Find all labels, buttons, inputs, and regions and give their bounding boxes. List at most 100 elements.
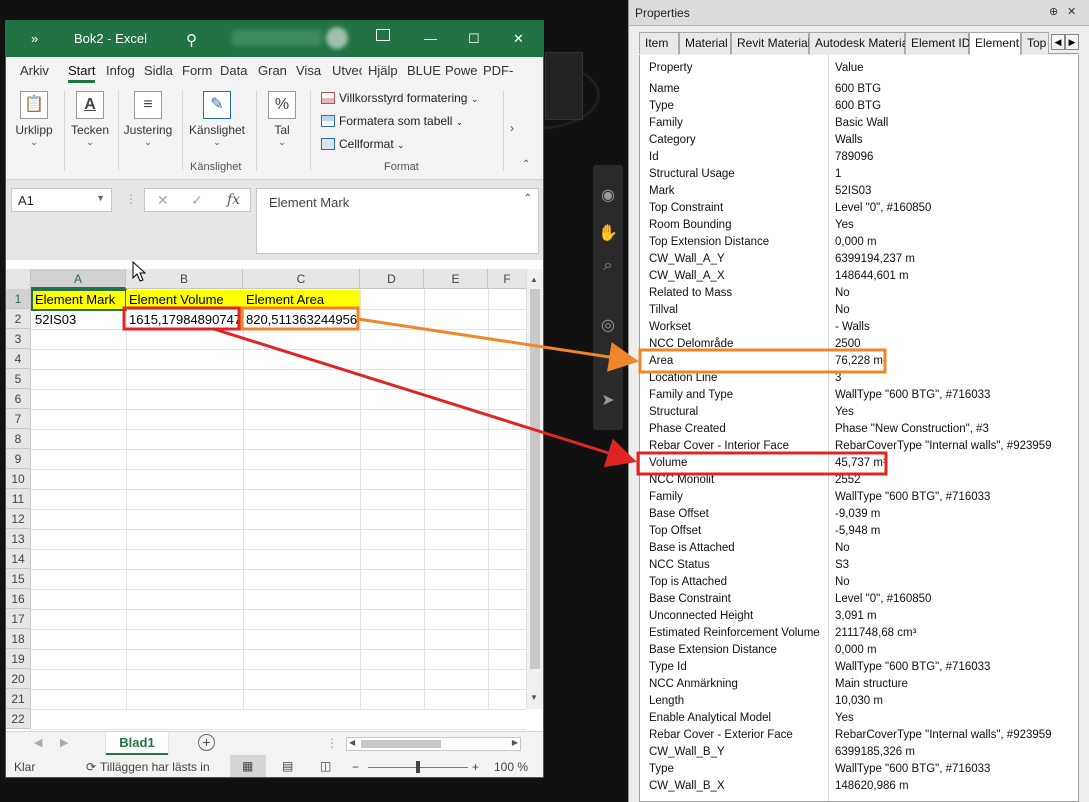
row-header[interactable]: 17 bbox=[6, 609, 31, 629]
property-row[interactable]: Structural Usage 1 bbox=[640, 166, 1078, 183]
property-row[interactable]: Area 76,228 m² bbox=[640, 353, 1078, 370]
property-row[interactable]: Id 789096 bbox=[640, 149, 1078, 166]
property-row[interactable]: Tillval No bbox=[640, 302, 1078, 319]
tab-power[interactable]: Powe bbox=[445, 63, 478, 78]
row-header[interactable]: 14 bbox=[6, 549, 31, 569]
scroll-down-icon[interactable]: ▼ bbox=[530, 693, 538, 702]
property-row[interactable]: CW_Wall_A_Y 6399194,237 m bbox=[640, 251, 1078, 268]
cancel-icon[interactable]: ✕ bbox=[157, 192, 169, 209]
add-sheet-icon[interactable]: + bbox=[198, 734, 215, 751]
zoom-level[interactable]: 100 % bbox=[494, 760, 528, 774]
scrollbar-thumb[interactable] bbox=[530, 289, 540, 669]
search-icon[interactable]: ⚲ bbox=[186, 31, 197, 49]
tab-blue[interactable]: BLUE bbox=[407, 63, 441, 78]
property-row[interactable]: Type 600 BTG bbox=[640, 98, 1078, 115]
property-row[interactable]: Related to Mass No bbox=[640, 285, 1078, 302]
row-header[interactable]: 13 bbox=[6, 529, 31, 549]
row-header[interactable]: 20 bbox=[6, 669, 31, 689]
property-row[interactable]: CW_Wall_A_X 148644,601 m bbox=[640, 268, 1078, 285]
ribbon-scroll-right-icon[interactable]: › bbox=[510, 121, 514, 135]
row-header[interactable]: 2 bbox=[6, 309, 31, 329]
cell-b1[interactable]: Element Volume bbox=[126, 290, 243, 310]
sheet-next-icon[interactable]: ▶ bbox=[60, 736, 68, 749]
collapse-ribbon-icon[interactable]: ⌃ bbox=[522, 159, 530, 170]
normal-view-icon[interactable]: ▦ bbox=[242, 759, 253, 773]
column-header-f[interactable]: F bbox=[488, 269, 526, 289]
tab-splitter-icon[interactable]: ⋮ bbox=[326, 736, 338, 750]
tab-element[interactable]: Element bbox=[969, 32, 1021, 55]
property-row[interactable]: Base is Attached No bbox=[640, 540, 1078, 557]
zoom-icon[interactable]: ⌕ bbox=[598, 255, 618, 275]
row-header[interactable]: 22 bbox=[6, 709, 31, 729]
cell-c2[interactable]: 820,511363244956 bbox=[243, 310, 360, 330]
property-row[interactable]: Base Extension Distance 0,000 m bbox=[640, 642, 1078, 659]
number-format-button[interactable]: % Tal ⌄ bbox=[264, 91, 300, 148]
row-header[interactable]: 6 bbox=[6, 389, 31, 409]
tab-pdf[interactable]: PDF- bbox=[483, 63, 513, 78]
property-row[interactable]: Name 600 BTG bbox=[640, 81, 1078, 98]
property-row[interactable]: Structural Yes bbox=[640, 404, 1078, 421]
cell-a1[interactable]: Element Mark bbox=[31, 289, 127, 311]
column-header-d[interactable]: D bbox=[360, 269, 424, 289]
property-row[interactable]: Rebar Cover - Interior Face RebarCoverTyp… bbox=[640, 438, 1078, 455]
paste-button[interactable]: 📋 Urklipp ⌄ bbox=[12, 91, 56, 148]
close-button[interactable]: ✕ bbox=[513, 31, 524, 47]
zoom-slider-thumb[interactable] bbox=[416, 761, 420, 773]
tab-autodesk-material[interactable]: Autodesk Material bbox=[809, 32, 911, 54]
conditional-formatting-button[interactable]: Villkorsstyrd formatering ⌄ bbox=[321, 91, 478, 105]
select-all-corner[interactable] bbox=[6, 269, 31, 289]
tab-infog[interactable]: Infog bbox=[106, 63, 135, 78]
vertical-scrollbar[interactable]: ▲ ▼ bbox=[526, 269, 543, 709]
tab-visa[interactable]: Visa bbox=[296, 63, 321, 78]
select-arrow-icon[interactable]: ➤ bbox=[598, 390, 618, 410]
format-as-table-button[interactable]: Formatera som tabell ⌄ bbox=[321, 114, 463, 128]
pan-hand-icon[interactable]: ✋ bbox=[598, 223, 618, 243]
insert-function-icon[interactable]: fx bbox=[227, 192, 240, 208]
property-row[interactable]: Estimated Reinforcement Volume 2111748,68… bbox=[640, 625, 1078, 642]
tab-element-id[interactable]: Element ID bbox=[905, 32, 970, 54]
tab-revit-material[interactable]: Revit Material bbox=[731, 32, 810, 54]
enter-check-icon[interactable]: ✓ bbox=[191, 192, 203, 209]
column-header-a[interactable]: A bbox=[31, 269, 126, 289]
quick-access-more-icon[interactable]: » bbox=[31, 31, 38, 46]
property-row[interactable]: NCC Monolit 2552 bbox=[640, 472, 1078, 489]
tab-material[interactable]: Material bbox=[679, 32, 731, 54]
tab-utvecklare[interactable]: Utvec bbox=[332, 63, 362, 78]
cell-c1[interactable]: Element Area bbox=[243, 290, 360, 310]
property-row[interactable]: Workset - Walls bbox=[640, 319, 1078, 336]
scroll-right-icon[interactable]: ▶ bbox=[512, 738, 518, 747]
horizontal-scrollbar[interactable]: ◀ ▶ bbox=[346, 737, 521, 751]
tabs-scroll-left-icon[interactable]: ◀ bbox=[1051, 34, 1065, 50]
maximize-button[interactable]: ☐ bbox=[468, 31, 480, 47]
tab-formler[interactable]: Form bbox=[182, 63, 212, 78]
tab-sidlayout[interactable]: Sidla bbox=[144, 63, 173, 78]
row-header[interactable]: 5 bbox=[6, 369, 31, 389]
column-header-b[interactable]: B bbox=[126, 269, 243, 289]
row-header[interactable]: 11 bbox=[6, 489, 31, 509]
pin-icon[interactable]: ⊕ bbox=[1049, 5, 1058, 18]
property-row[interactable]: Volume 45,737 m³ bbox=[640, 455, 1078, 472]
property-row[interactable]: NCC Status S3 bbox=[640, 557, 1078, 574]
property-row[interactable]: Top Offset -5,948 m bbox=[640, 523, 1078, 540]
column-header-c[interactable]: C bbox=[243, 269, 360, 289]
property-row[interactable]: Rebar Cover - Exterior Face RebarCoverTyp… bbox=[640, 727, 1078, 744]
cell-b2[interactable]: 1615,17984890747 bbox=[126, 310, 243, 330]
property-row[interactable]: Length 10,030 m bbox=[640, 693, 1078, 710]
formula-input[interactable]: Element Mark ⌃ bbox=[256, 188, 539, 254]
avatar[interactable] bbox=[326, 27, 348, 49]
tabs-scroll-right-icon[interactable]: ▶ bbox=[1065, 34, 1079, 50]
tab-granska[interactable]: Gran bbox=[258, 63, 287, 78]
row-header[interactable]: 21 bbox=[6, 689, 31, 709]
close-icon[interactable]: ✕ bbox=[1067, 5, 1076, 18]
property-row[interactable]: Category Walls bbox=[640, 132, 1078, 149]
property-row[interactable]: NCC Anmärkning Main structure bbox=[640, 676, 1078, 693]
spreadsheet-grid[interactable]: A B C D E F 1 2 3 4 5 6 7 8 9 10 11 12 13 14 15 16 17 18 1… bbox=[6, 269, 543, 731]
property-row[interactable]: CW_Wall_B_Y 6399185,326 m bbox=[640, 744, 1078, 761]
property-row[interactable]: Base Offset -9,039 m bbox=[640, 506, 1078, 523]
row-header[interactable]: 8 bbox=[6, 429, 31, 449]
property-row[interactable]: Location Line 3 bbox=[640, 370, 1078, 387]
tab-hjalp[interactable]: Hjälp bbox=[368, 63, 398, 78]
tab-top[interactable]: Top bbox=[1021, 32, 1049, 54]
row-header[interactable]: 19 bbox=[6, 649, 31, 669]
chevron-down-icon[interactable]: ▼ bbox=[96, 193, 105, 203]
